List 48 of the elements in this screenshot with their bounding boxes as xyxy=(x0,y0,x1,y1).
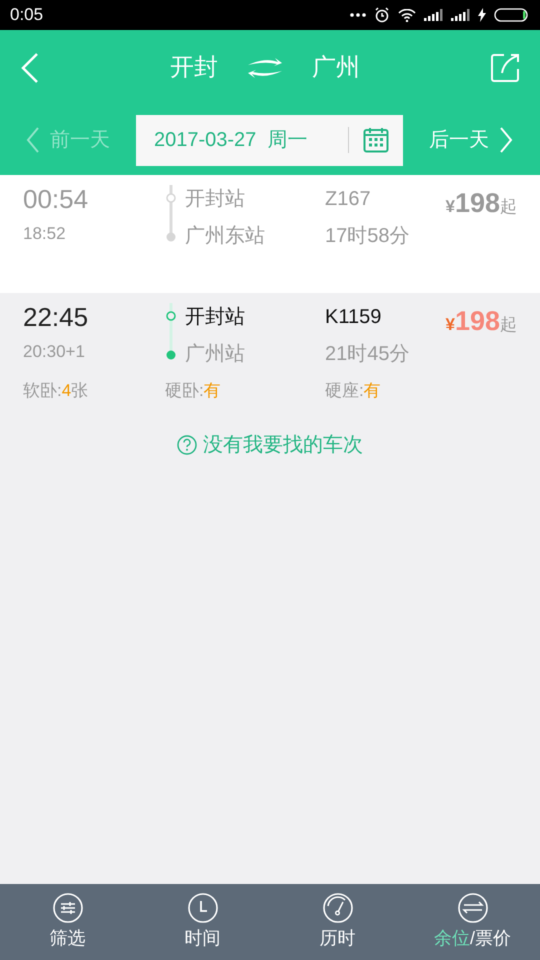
ticket-price: ¥198起 xyxy=(444,187,517,220)
destination-city[interactable]: 广州 xyxy=(312,50,360,86)
signal-icon xyxy=(451,9,470,21)
help-icon xyxy=(177,435,197,455)
destination-station: 广州站 xyxy=(185,342,245,367)
seat-availability: 硬卧:有 xyxy=(165,381,221,400)
clock-icon xyxy=(188,892,218,922)
tab[interactable]: 历时 xyxy=(270,884,405,960)
battery-icon xyxy=(494,8,530,22)
departure-time: 00:54 xyxy=(23,183,90,215)
train-number: Z167 xyxy=(325,187,372,212)
swap-arrows-icon xyxy=(458,892,488,922)
seat-availability: 软卧:4张 xyxy=(23,381,88,400)
chevron-left-icon xyxy=(26,126,40,154)
chevron-right-icon xyxy=(499,126,513,154)
ticket-price: ¥198起 xyxy=(444,305,517,338)
missing-train-link[interactable]: 没有我要找的车次 xyxy=(177,430,363,460)
travel-duration: 17时58分 xyxy=(325,224,410,249)
route-line-icon xyxy=(165,303,177,361)
train-row[interactable]: 00:54 18:52 开封站 广州东站 Z167 17时58分 ¥198起 xyxy=(0,175,540,293)
departure-time: 22:45 xyxy=(23,301,90,333)
tab[interactable]: 时间 xyxy=(135,884,270,960)
status-time: 0:05 xyxy=(10,4,44,26)
tab[interactable]: 余位/票价 xyxy=(405,884,540,960)
share-icon[interactable] xyxy=(490,52,520,82)
route-line-icon xyxy=(165,185,177,243)
date-picker[interactable]: 2017-03-27 周一 xyxy=(136,114,403,166)
travel-duration: 21时45分 xyxy=(325,342,410,367)
wifi-icon xyxy=(398,8,416,22)
seat-availability: 硬座:有 xyxy=(325,381,381,400)
destination-station: 广州东站 xyxy=(185,224,265,249)
origin-city[interactable]: 开封 xyxy=(170,50,218,86)
arrival-time: 18:52 xyxy=(23,223,67,245)
swap-icon[interactable] xyxy=(246,56,284,78)
tab[interactable]: 筛选 xyxy=(0,884,135,960)
back-icon[interactable] xyxy=(20,52,40,84)
more-dots-icon xyxy=(350,13,366,17)
next-day-button[interactable]: 后一天 xyxy=(403,105,539,175)
origin-station: 开封站 xyxy=(185,187,246,212)
alarm-icon xyxy=(374,7,390,23)
calendar-icon[interactable] xyxy=(363,127,389,153)
charging-icon xyxy=(478,8,486,22)
gauge-icon xyxy=(322,892,352,922)
train-number: K1159 xyxy=(325,305,382,330)
arrival-time: 20:30+1 xyxy=(23,341,86,363)
sliders-icon xyxy=(52,892,82,922)
signal-icon xyxy=(424,9,443,21)
origin-station: 开封站 xyxy=(185,305,245,330)
